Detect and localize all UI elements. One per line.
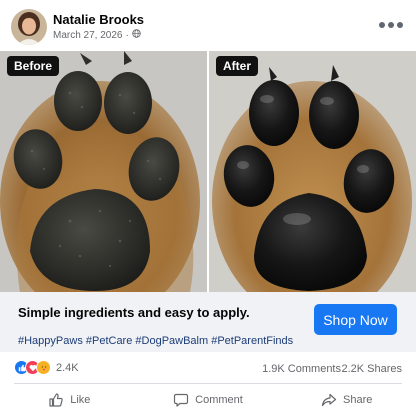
shares-count[interactable]: 2.2K Shares bbox=[341, 363, 402, 375]
hashtags[interactable]: #HappyPaws #PetCare #DogPawBalm #PetPare… bbox=[18, 335, 293, 347]
engagement-stats: 2.4K 1.9K Comments 2.2K Shares bbox=[0, 358, 416, 380]
after-label: After bbox=[216, 56, 259, 76]
cta-bar: Simple ingredients and easy to apply. #H… bbox=[0, 292, 416, 352]
post-meta: March 27, 2026 · bbox=[53, 29, 141, 41]
comments-count[interactable]: 1.9K Comments bbox=[262, 363, 341, 375]
comment-button[interactable]: Comment bbox=[139, 386, 278, 414]
before-image[interactable]: Before bbox=[0, 51, 207, 292]
shop-now-button[interactable]: Shop Now bbox=[314, 304, 397, 335]
dot-separator: · bbox=[125, 29, 129, 41]
thumbs-up-icon bbox=[49, 393, 63, 407]
divider bbox=[14, 383, 402, 384]
share-button[interactable]: Share bbox=[277, 386, 416, 414]
cta-headline: Simple ingredients and easy to apply. bbox=[18, 305, 250, 320]
comment-icon bbox=[174, 393, 189, 407]
share-icon bbox=[321, 393, 337, 407]
care-icon bbox=[36, 360, 51, 375]
post-header: Natalie Brooks March 27, 2026 · bbox=[0, 0, 416, 50]
more-dots-icon[interactable] bbox=[378, 18, 404, 30]
like-label: Like bbox=[70, 394, 91, 406]
like-button[interactable]: Like bbox=[0, 386, 139, 414]
globe-icon bbox=[132, 29, 141, 41]
comment-label: Comment bbox=[195, 394, 243, 406]
reactions-summary[interactable]: 2.4K bbox=[14, 360, 79, 375]
post-date[interactable]: March 27, 2026 bbox=[53, 30, 123, 41]
author-name[interactable]: Natalie Brooks bbox=[53, 12, 144, 27]
avatar[interactable] bbox=[11, 9, 47, 45]
post-actions: Like Comment Share bbox=[0, 386, 416, 414]
reactions-count: 2.4K bbox=[56, 361, 79, 374]
after-image[interactable]: After bbox=[209, 51, 416, 292]
share-label: Share bbox=[343, 394, 373, 406]
before-label: Before bbox=[7, 56, 60, 76]
